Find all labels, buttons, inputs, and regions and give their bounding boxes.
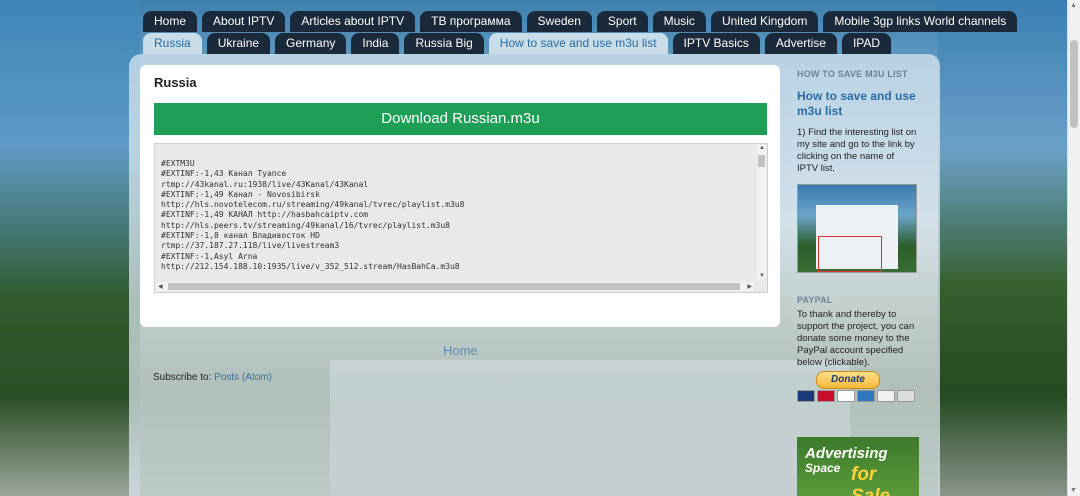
scroll-down-arrow-icon[interactable]: ▼ <box>759 273 765 279</box>
tab-articles-about-iptv[interactable]: Articles about IPTV <box>290 11 416 32</box>
tab-mobile-3gp-links[interactable]: Mobile 3gp links World channels <box>823 11 1018 32</box>
page-scroll-thumb[interactable] <box>1070 40 1078 128</box>
tab-sweden[interactable]: Sweden <box>526 11 592 32</box>
background-scenery-right <box>938 0 1068 496</box>
sidebar-heading-paypal: PAYPAL <box>797 295 833 305</box>
tab-home[interactable]: Home <box>143 11 198 32</box>
tab-russia[interactable]: Russia <box>143 33 202 54</box>
thumbnail-highlight-box <box>818 236 882 272</box>
maestro-icon <box>817 390 835 402</box>
ad-banner-line2: Space <box>805 461 841 475</box>
tab-how-to-save-m3u[interactable]: How to save and use m3u list <box>488 33 668 54</box>
ad-banner-line3: for Sale <box>851 464 890 496</box>
subscribe-label: Subscribe to: <box>153 372 215 383</box>
background-scenery-left <box>0 0 140 496</box>
paypal-donate-button[interactable]: Donate <box>816 371 880 389</box>
home-link[interactable]: Home <box>443 343 478 358</box>
tab-russia-big[interactable]: Russia Big <box>404 33 484 54</box>
playlist-code-text: #EXTM3U #EXTINF:-1,43 Канал Туапсе rtmp:… <box>161 159 465 271</box>
sidebar-m3u-guide-link[interactable]: How to save and use m3u list <box>797 89 917 119</box>
code-horizontal-scrollbar[interactable]: ◀ ▶ <box>156 282 754 291</box>
ebank-icon <box>897 390 915 402</box>
scroll-right-arrow-icon[interactable]: ▶ <box>747 283 752 290</box>
tab-advertise[interactable]: Advertise <box>764 33 837 54</box>
tab-about-iptv[interactable]: About IPTV <box>202 11 286 32</box>
tab-music[interactable]: Music <box>652 11 706 32</box>
scroll-left-arrow-icon[interactable]: ◀ <box>158 283 163 290</box>
nav-row-primary: Home About IPTV Articles about IPTV ТВ п… <box>143 11 1018 32</box>
m3u-guide-screenshot-thumbnail[interactable] <box>797 184 917 273</box>
tab-tv-program[interactable]: ТВ программа <box>420 11 522 32</box>
sidebar-heading-m3u: HOW TO SAVE M3U LIST <box>797 69 908 79</box>
page-scroll-down-icon[interactable]: ▼ <box>1070 487 1077 494</box>
posts-atom-link[interactable]: Posts (Atom) <box>214 372 272 383</box>
nav-row-secondary: Russia Ukraine Germany India Russia Big … <box>143 33 892 54</box>
payment-cards-row <box>797 390 915 402</box>
post-title: Russia <box>154 75 197 90</box>
sidebar-m3u-instructions: 1) Find the interesting list on my site … <box>797 127 917 174</box>
page-scrollbar[interactable]: ▲ ▼ <box>1067 0 1080 496</box>
code-vertical-scrollbar[interactable]: ▲ ▼ <box>757 145 766 279</box>
advertising-space-banner[interactable]: Advertising Space for Sale <box>797 437 919 496</box>
scroll-up-arrow-icon[interactable]: ▲ <box>759 145 765 151</box>
code-horizontal-scroll-thumb[interactable] <box>168 283 740 290</box>
ad-banner-line1: Advertising <box>805 445 888 462</box>
code-vertical-scroll-thumb[interactable] <box>758 155 765 167</box>
mastercard-icon <box>797 390 815 402</box>
tab-ipad[interactable]: IPAD <box>841 33 892 54</box>
playlist-code-box[interactable]: #EXTM3U #EXTINF:-1,43 Канал Туапсе rtmp:… <box>154 143 768 293</box>
tab-ukraine[interactable]: Ukraine <box>206 33 271 54</box>
visa-icon <box>837 390 855 402</box>
page-scroll-up-icon[interactable]: ▲ <box>1070 2 1077 9</box>
tab-sport[interactable]: Sport <box>596 11 648 32</box>
tab-india[interactable]: India <box>351 33 400 54</box>
amex-icon <box>857 390 875 402</box>
sidebar-paypal-text: To thank and thereby to support the proj… <box>797 309 915 368</box>
tab-germany[interactable]: Germany <box>275 33 347 54</box>
bank-icon <box>877 390 895 402</box>
tab-iptv-basics[interactable]: IPTV Basics <box>672 33 760 54</box>
tab-united-kingdom[interactable]: United Kingdom <box>710 11 819 32</box>
download-m3u-button[interactable]: Download Russian.m3u <box>154 103 767 135</box>
subscribe-line: Subscribe to: Posts (Atom) <box>153 372 272 383</box>
